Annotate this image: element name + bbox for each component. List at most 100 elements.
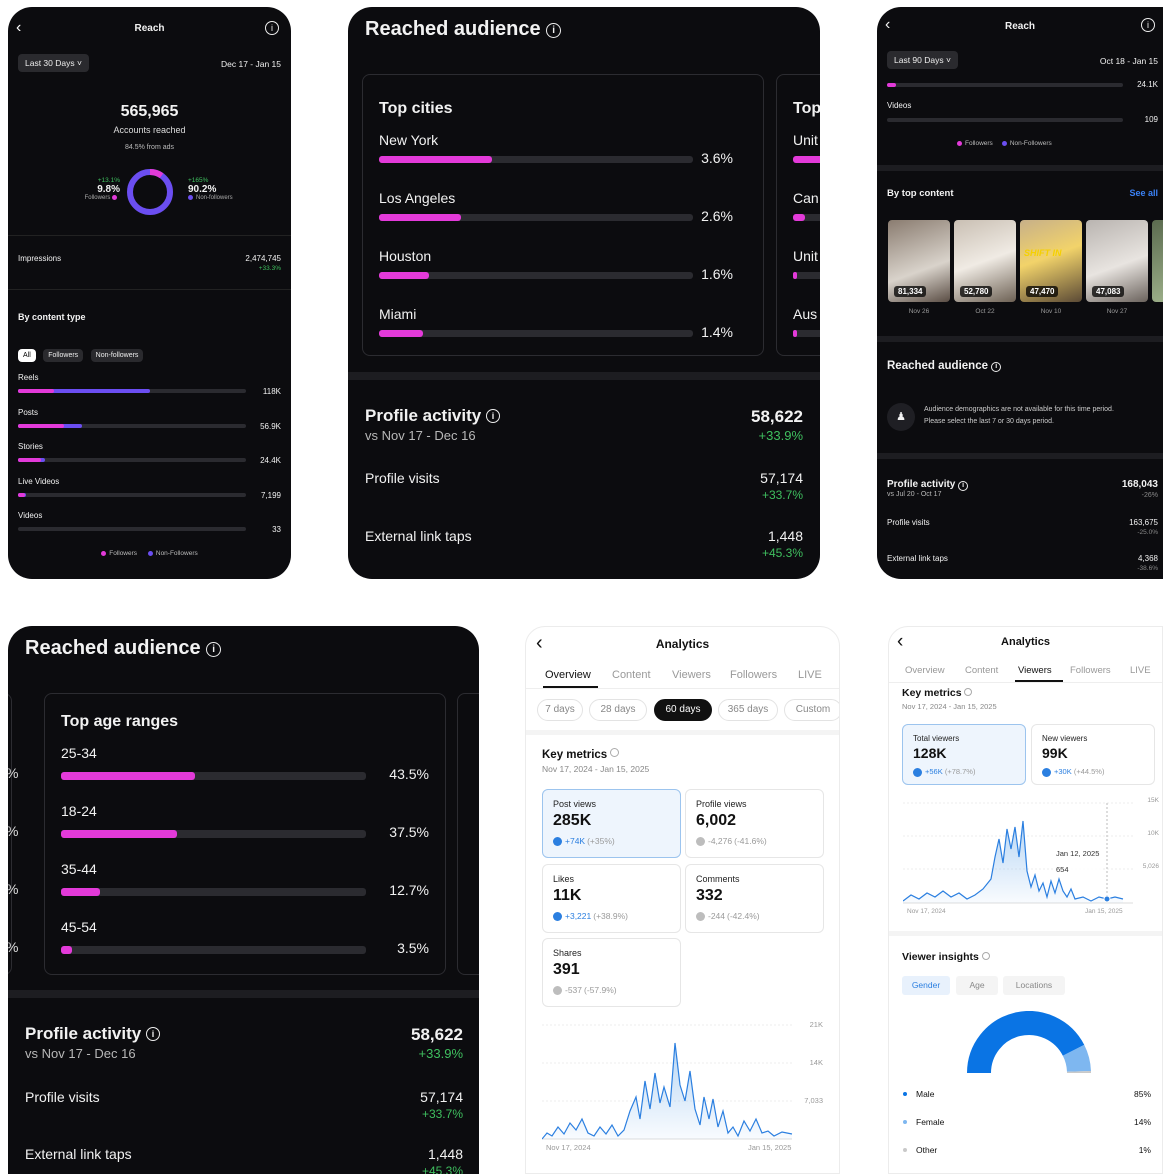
content-row-bar <box>18 527 246 532</box>
followers-fill <box>18 389 55 393</box>
thumbnail-views: 52,780 <box>960 286 993 297</box>
country-name: Can <box>793 190 819 206</box>
country-name: Unit <box>793 248 818 264</box>
profile-visits-label: Profile visits <box>887 518 930 527</box>
tab-content[interactable]: Content <box>965 665 998 676</box>
total-viewers-card[interactable]: Total viewers 128K +56K (+78.7%) <box>902 724 1026 785</box>
comparison-period: vs Nov 17 - Dec 16 <box>25 1046 136 1061</box>
insight-tab-locations[interactable]: Locations <box>1003 976 1065 995</box>
metric-card[interactable]: Comments 332 -244 (-42.4%) <box>685 864 824 933</box>
new-delta-pct: (+44.5%) <box>1073 767 1105 776</box>
tab-live[interactable]: LIVE <box>798 669 822 681</box>
range-custom[interactable]: Custom <box>784 699 839 721</box>
gender-gauge <box>967 1011 1091 1074</box>
filter-all[interactable]: All <box>18 349 36 362</box>
info-icon[interactable] <box>964 688 973 696</box>
comparison-period: vs Jul 20 - Oct 17 <box>887 491 942 498</box>
new-viewers-value: 99K <box>1042 745 1068 761</box>
insight-tab-age[interactable]: Age <box>956 976 998 995</box>
profile-visits-label: Profile visits <box>25 1089 100 1105</box>
age-range-pct: 43.5% <box>389 766 429 782</box>
country-bar <box>793 156 820 163</box>
metric-card[interactable]: Likes 11K +3,221 (+38.9%) <box>542 864 681 933</box>
info-icon[interactable] <box>981 952 990 960</box>
legend-dot <box>903 1148 907 1152</box>
panel-title: Analytics <box>655 637 710 651</box>
filter-nonfollowers[interactable]: Non-followers <box>90 349 144 362</box>
profile-activity-title: Profile activity <box>365 406 482 425</box>
top-content-title: By top content <box>887 188 954 199</box>
prev-card-pct-fragment: % <box>8 939 18 955</box>
profile-visits-delta: -25.0% <box>1137 529 1158 536</box>
metric-delta-pct: (-41.6%) <box>734 836 767 846</box>
date-range-dropdown[interactable]: Last 30 Days ˅ <box>18 54 89 72</box>
content-thumbnail[interactable]: SHIFT IN 47,470 <box>1020 220 1082 302</box>
range-7-days[interactable]: 7 days <box>537 699 583 721</box>
key-metrics-period: Nov 17, 2024 - Jan 15, 2025 <box>542 764 650 774</box>
city-bar <box>379 330 693 337</box>
panel-title: Reach <box>134 23 165 34</box>
age-range-bar <box>61 946 366 954</box>
thumbnail-views: 81,334 <box>894 286 927 297</box>
age-range-pct: 3.5% <box>397 940 429 956</box>
content-row-label: Stories <box>18 442 43 452</box>
metric-card[interactable]: Profile views 6,002 -4,276 (-41.6%) <box>685 789 824 858</box>
range-28-days[interactable]: 28 days <box>589 699 647 721</box>
tab-overview[interactable]: Overview <box>545 669 591 681</box>
tab-viewers[interactable]: Viewers <box>672 669 711 681</box>
content-thumbnail[interactable]: 81,334 <box>888 220 950 302</box>
info-icon[interactable]: i <box>145 1027 160 1041</box>
city-pct: 1.4% <box>701 324 733 340</box>
nonfollowers-pct: 90.2% <box>188 184 217 195</box>
key-metrics-period: Nov 17, 2024 - Jan 15, 2025 <box>902 702 997 711</box>
date-range-dropdown[interactable]: Last 90 Days ˅ <box>887 51 958 69</box>
city-name: New York <box>379 132 439 148</box>
tab-live[interactable]: LIVE <box>1130 665 1151 676</box>
metric-card[interactable]: Post views 285K +74K (+35%) <box>542 789 681 858</box>
range-60-days[interactable]: 60 days <box>654 699 712 721</box>
tab-content[interactable]: Content <box>612 669 651 681</box>
range-365-days[interactable]: 365 days <box>718 699 778 721</box>
tab-followers[interactable]: Followers <box>730 669 777 681</box>
metric-card[interactable]: Shares 391 -537 (-57.9%) <box>542 938 681 1007</box>
prev-card-pct-fragment: % <box>8 823 18 839</box>
reach-30-days-panel: ‹ Reach i Last 30 Days ˅ Dec 17 - Jan 15… <box>8 7 291 579</box>
audience-notice-line1: Audience demographics are not available … <box>924 406 1114 413</box>
info-icon[interactable]: i <box>206 642 222 657</box>
metric-label: Post views <box>553 799 597 809</box>
content-row-label: Posts <box>18 407 39 417</box>
nonfollowers-dot <box>188 195 193 200</box>
audience-title: Reached audience <box>25 637 201 659</box>
content-thumbnail[interactable]: 47,083 <box>1086 220 1148 302</box>
x-end-label: Jan 15, 2025 <box>748 1143 792 1152</box>
info-icon[interactable]: i <box>958 481 969 491</box>
new-viewers-card[interactable]: New viewers 99K +30K (+44.5%) <box>1031 724 1155 785</box>
info-icon[interactable] <box>610 748 620 757</box>
down-icon <box>553 986 562 996</box>
tab-viewers[interactable]: Viewers <box>1018 665 1052 676</box>
content-thumbnail[interactable] <box>1152 220 1163 302</box>
reach-90-days-panel: ‹ Reach i Last 90 Days ˅ Oct 18 - Jan 15… <box>877 7 1163 579</box>
insight-tab-gender[interactable]: Gender <box>902 976 950 995</box>
filter-followers[interactable]: Followers <box>43 349 84 362</box>
followers-fill <box>18 458 41 463</box>
tab-followers[interactable]: Followers <box>1070 665 1111 676</box>
content-thumbnail[interactable]: 52,780 <box>954 220 1016 302</box>
info-icon[interactable]: i <box>1141 18 1155 32</box>
y-tick-mid: 14K <box>809 1058 823 1067</box>
content-type-title: By content type <box>18 312 86 322</box>
next-card-edge <box>457 693 479 975</box>
see-all-link[interactable]: See all <box>1129 188 1158 198</box>
metric-delta-abs: +3,221 <box>565 911 592 921</box>
views-line-chart <box>542 1024 793 1140</box>
profile-activity-title: Profile activity <box>25 1024 142 1043</box>
legend-dot <box>903 1120 907 1124</box>
info-icon[interactable]: i <box>485 409 500 423</box>
gender-pct: 14% <box>1133 1117 1151 1127</box>
info-icon[interactable]: i <box>546 23 562 38</box>
info-icon[interactable]: i <box>991 362 1002 372</box>
followers-delta: +13.1% <box>97 177 120 184</box>
country-bar <box>793 214 820 221</box>
tab-overview[interactable]: Overview <box>905 665 945 676</box>
info-icon[interactable]: i <box>265 21 279 35</box>
